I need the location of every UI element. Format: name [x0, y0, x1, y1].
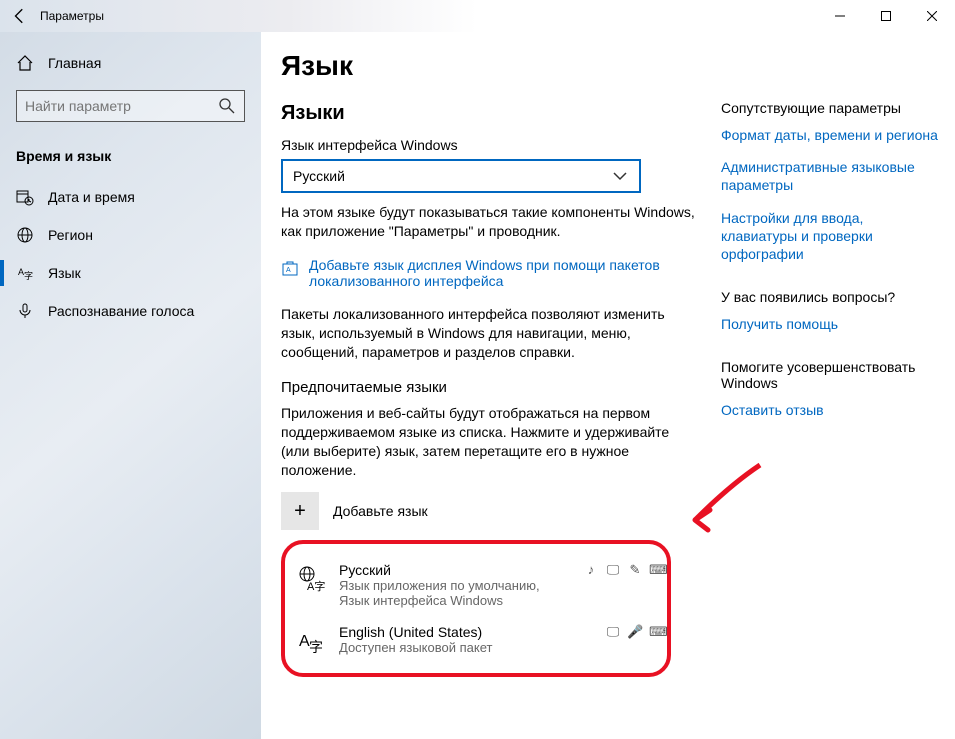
- language-item-russian[interactable]: A字 Русский Язык приложения по умолчанию,…: [291, 554, 671, 616]
- arrow-left-icon: [11, 7, 29, 25]
- nav-region[interactable]: Регион: [0, 216, 261, 254]
- keyboard-icon: ⌨: [649, 562, 665, 578]
- tts-icon: ♪: [583, 562, 599, 578]
- speech-icon: 🎤: [627, 624, 643, 640]
- maximize-icon: [881, 11, 891, 21]
- add-language-label: Добавьте язык: [333, 503, 428, 519]
- related-link-admin-lang[interactable]: Административные языковые параметры: [721, 158, 941, 194]
- page-title: Язык: [281, 50, 701, 82]
- ui-language-dropdown[interactable]: Русский: [281, 159, 641, 193]
- home-icon: [16, 54, 34, 72]
- language-capabilities: 🖵 🎤 ⌨: [605, 624, 665, 640]
- nav-label: Дата и время: [48, 189, 135, 205]
- microphone-icon: [16, 302, 34, 320]
- lip-description: Пакеты локализованного интерфейса позвол…: [281, 305, 701, 362]
- close-button[interactable]: [909, 0, 955, 32]
- dropdown-value: Русский: [293, 168, 345, 184]
- svg-text:A字: A字: [307, 579, 325, 592]
- handwriting-icon: ✎: [627, 562, 643, 578]
- home-link[interactable]: Главная: [0, 46, 261, 80]
- ui-language-label: Язык интерфейса Windows: [281, 137, 701, 153]
- chevron-down-icon: [611, 167, 629, 185]
- nav-label: Регион: [48, 227, 93, 243]
- language-name: Русский: [339, 562, 569, 578]
- search-input[interactable]: [25, 98, 218, 114]
- feedback-header: Помогите усовершенствовать Windows: [721, 359, 941, 391]
- nav-date-time[interactable]: Дата и время: [0, 178, 261, 216]
- sidebar: Главная Время и язык Дата и время Регион…: [0, 32, 261, 739]
- back-button[interactable]: [0, 0, 40, 32]
- globe-icon: [16, 226, 34, 244]
- ui-language-description: На этом языке будут показываться такие к…: [281, 203, 701, 241]
- svg-text:A: A: [286, 267, 291, 274]
- display-icon: 🖵: [605, 562, 621, 578]
- language-subtitle: Доступен языковой пакет: [339, 640, 591, 655]
- home-label: Главная: [48, 55, 101, 71]
- annotation-highlight: A字 Русский Язык приложения по умолчанию,…: [281, 540, 671, 677]
- language-subtitle: Язык приложения по умолчанию, Язык интер…: [339, 578, 569, 608]
- nav-label: Распознавание голоса: [48, 303, 194, 319]
- feedback-link[interactable]: Оставить отзыв: [721, 401, 941, 419]
- preferred-languages-description: Приложения и веб-сайты будут отображатьс…: [281, 404, 701, 480]
- maximize-button[interactable]: [863, 0, 909, 32]
- language-capabilities: ♪ 🖵 ✎ ⌨: [583, 562, 665, 578]
- add-display-language-link[interactable]: A Добавьте язык дисплея Windows при помо…: [281, 257, 701, 289]
- language-item-english[interactable]: A字 English (United States) Доступен язык…: [291, 616, 671, 663]
- questions-header: У вас появились вопросы?: [721, 289, 941, 305]
- nav-speech[interactable]: Распознавание голоса: [0, 292, 261, 330]
- minimize-icon: [835, 11, 845, 21]
- search-box[interactable]: [16, 90, 245, 122]
- keyboard-icon: ⌨: [649, 624, 665, 640]
- section-languages-title: Языки: [281, 102, 701, 125]
- nav-label: Язык: [48, 265, 81, 281]
- close-icon: [927, 11, 937, 21]
- store-icon: A: [281, 259, 299, 277]
- related-link-date-format[interactable]: Формат даты, времени и региона: [721, 126, 941, 144]
- minimize-button[interactable]: [817, 0, 863, 32]
- language-char-icon: A字: [297, 626, 325, 654]
- display-icon: 🖵: [605, 624, 621, 640]
- window-title: Параметры: [40, 9, 104, 23]
- language-name: English (United States): [339, 624, 591, 640]
- calendar-clock-icon: [16, 188, 34, 206]
- search-icon: [218, 97, 236, 115]
- nav-language[interactable]: A字 Язык: [0, 254, 261, 292]
- get-help-link[interactable]: Получить помощь: [721, 315, 941, 333]
- add-language-button[interactable]: + Добавьте язык: [281, 492, 701, 530]
- related-link-typing[interactable]: Настройки для ввода, клавиатуры и провер…: [721, 209, 941, 264]
- link-text: Добавьте язык дисплея Windows при помощи…: [309, 257, 701, 289]
- svg-text:字: 字: [309, 639, 323, 654]
- category-header: Время и язык: [0, 138, 261, 178]
- preferred-languages-title: Предпочитаемые языки: [281, 379, 701, 396]
- language-icon: A字: [16, 264, 34, 282]
- svg-text:字: 字: [24, 270, 33, 281]
- language-globe-icon: A字: [297, 564, 325, 592]
- related-header: Сопутствующие параметры: [721, 100, 941, 116]
- plus-icon: +: [281, 492, 319, 530]
